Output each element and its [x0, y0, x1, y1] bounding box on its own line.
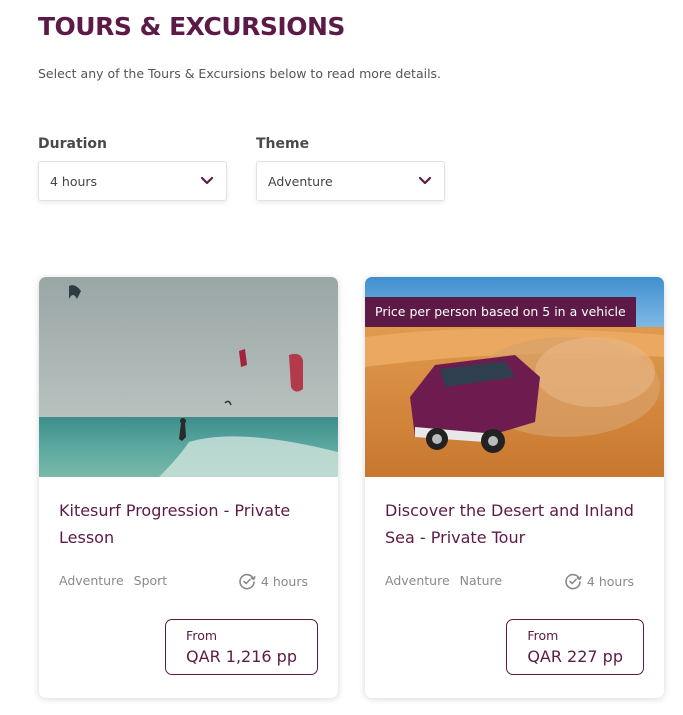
clock-check-icon [239, 573, 256, 590]
price-box: From QAR 227 pp [506, 619, 644, 675]
price-from-label: From [186, 628, 218, 643]
page-title: TOURS & EXCURSIONS [38, 12, 345, 41]
chevron-down-icon [418, 176, 432, 185]
tour-tags: Adventure Nature [385, 573, 502, 588]
tag: Nature [459, 573, 503, 588]
tour-tags: Adventure Sport [59, 573, 167, 588]
duration-select[interactable]: 4 hours [38, 161, 227, 201]
theme-select[interactable]: Adventure [256, 161, 445, 201]
tour-duration: 4 hours [563, 571, 634, 591]
duration-value: 4 hours [260, 573, 308, 589]
price-value: QAR 227 pp [527, 647, 623, 666]
kitesurf-image [39, 277, 338, 477]
duration-select-value: 4 hours [50, 173, 98, 189]
price-value: QAR 1,216 pp [186, 647, 297, 666]
clock-check-icon [565, 573, 582, 590]
tour-card-desert[interactable]: Price per person based on 5 in a vehicle… [365, 277, 664, 698]
tour-title[interactable]: Discover the Desert and Inland Sea - Pri… [385, 497, 645, 551]
theme-filter-label: Theme [256, 136, 310, 152]
duration-filter-label: Duration [38, 136, 108, 152]
tag: Adventure [385, 573, 450, 588]
tour-card-kitesurf[interactable]: Kitesurf Progression - Private Lesson Ad… [39, 277, 338, 698]
chevron-down-icon [200, 176, 214, 185]
tag: Adventure [59, 573, 124, 588]
theme-select-value: Adventure [268, 173, 333, 189]
duration-filter: Duration 4 hours [38, 136, 227, 201]
tour-title[interactable]: Kitesurf Progression - Private Lesson [59, 497, 319, 551]
tag: Sport [133, 573, 168, 588]
duration-value: 4 hours [586, 573, 634, 589]
page-subtitle: Select any of the Tours & Excursions bel… [38, 66, 442, 81]
price-box: From QAR 1,216 pp [165, 619, 318, 675]
price-note-badge: Price per person based on 5 in a vehicle [365, 297, 636, 327]
price-from-label: From [527, 628, 559, 643]
tour-duration: 4 hours [237, 571, 308, 591]
theme-filter: Theme Adventure [256, 136, 445, 201]
